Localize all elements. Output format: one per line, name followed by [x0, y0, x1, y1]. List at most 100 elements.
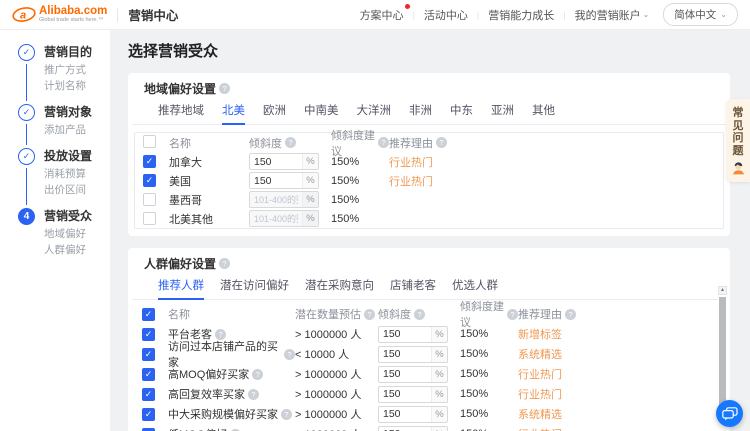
nav-item-1[interactable]: 方案中心 [360, 7, 404, 23]
tilt-input[interactable] [379, 427, 431, 431]
row-checkbox[interactable]: ✓ [142, 388, 155, 401]
nav-item-3[interactable]: 营销能力成长 [488, 7, 554, 23]
select-all-checkbox[interactable] [143, 135, 156, 148]
tilt-input[interactable] [379, 387, 431, 402]
recommend-reason[interactable]: 行业热门 [518, 426, 716, 431]
region-tab[interactable]: 非洲 [409, 102, 432, 124]
region-section-title: 地域偏好设置 [144, 80, 216, 97]
percent-suffix: % [431, 347, 447, 362]
info-icon[interactable]: ? [248, 389, 259, 400]
step-title: 营销目的 [44, 44, 92, 61]
row-checkbox[interactable]: ✓ [142, 428, 155, 431]
nav-item-2[interactable]: 活动中心 [424, 7, 468, 23]
info-icon[interactable]: ? [252, 369, 263, 380]
cell-tilt: % [378, 386, 460, 403]
row-checkbox[interactable] [143, 193, 156, 206]
column-name: 名称 [169, 135, 249, 151]
tilt-input-wrap: % [378, 426, 448, 431]
column-estimate-label: 潜在数量预估 [295, 306, 361, 322]
scrollbar-thumb[interactable] [719, 297, 726, 417]
crowd-tab[interactable]: 优选人群 [452, 277, 498, 299]
cell-tilt: % [378, 426, 460, 431]
step-subitem: 出价区间 [44, 184, 92, 197]
crowd-tab[interactable]: 推荐人群 [158, 277, 204, 299]
crowd-tab[interactable]: 潜在采购意向 [305, 277, 374, 299]
tilt-input-wrap: % [378, 326, 448, 343]
region-tab[interactable]: 中东 [450, 102, 473, 124]
info-icon[interactable]: ? [507, 309, 518, 320]
faq-side-tab[interactable]: 常见问题 [726, 99, 750, 182]
tilt-input-wrap: % [249, 191, 319, 208]
info-icon[interactable]: ? [436, 137, 447, 148]
nav-item-4[interactable]: 我的营销账户⌄ [575, 7, 650, 23]
info-icon[interactable]: ? [284, 349, 295, 360]
step-body: 营销受众地域偏好人群偏好 [44, 208, 92, 268]
region-table: 名称 倾斜度? 倾斜度建议? 推荐理由? ✓加拿大%150%行业热门✓美国%15… [134, 132, 724, 229]
region-table-body: ✓加拿大%150%行业热门✓美国%150%行业热门墨西哥%150%北美其他%15… [135, 152, 723, 228]
step-indicator-current[interactable]: 4 [18, 208, 35, 225]
step-indicator-done[interactable]: ✓ [18, 148, 35, 165]
step-indicator-done[interactable]: ✓ [18, 104, 35, 121]
tilt-input[interactable] [379, 367, 431, 382]
logo-brand: Alibaba.com [39, 6, 107, 17]
nav-separator: | [413, 10, 415, 20]
recommend-reason[interactable]: 系统精选 [518, 346, 716, 362]
chat-button[interactable] [716, 400, 743, 427]
row-checkbox[interactable]: ✓ [143, 155, 156, 168]
column-tilt-suggest: 倾斜度建议? [460, 298, 518, 330]
recommend-reason[interactable]: 行业热门 [389, 173, 715, 189]
tilt-suggestion: 150% [460, 328, 518, 340]
row-checkbox[interactable]: ✓ [142, 368, 155, 381]
step-rail: 4 [18, 208, 35, 268]
chevron-down-icon: ⌄ [643, 11, 650, 19]
recommend-reason[interactable]: 行业热门 [518, 366, 716, 382]
info-icon[interactable]: ? [285, 137, 296, 148]
table-row: ✓中大采购规模偏好买家?> 1000000 人%150%系统精选 [134, 404, 724, 424]
tilt-input[interactable] [379, 327, 431, 342]
region-tab[interactable]: 北美 [222, 102, 245, 124]
crowd-tab[interactable]: 潜在访问偏好 [220, 277, 289, 299]
region-tab[interactable]: 亚洲 [491, 102, 514, 124]
tilt-input[interactable] [250, 173, 302, 188]
row-checkbox[interactable] [143, 212, 156, 225]
row-checkbox[interactable]: ✓ [142, 328, 155, 341]
recommend-reason[interactable]: 行业热门 [389, 154, 715, 170]
region-tab[interactable]: 大洋洲 [357, 102, 392, 124]
step-indicator-done[interactable]: ✓ [18, 44, 35, 61]
tilt-input-wrap: % [378, 346, 448, 363]
recommend-reason[interactable]: 系统精选 [518, 406, 716, 422]
row-checkbox[interactable]: ✓ [142, 348, 155, 361]
crowd-tab[interactable]: 店铺老客 [390, 277, 436, 299]
tilt-input [250, 192, 302, 207]
info-icon[interactable]: ? [364, 309, 375, 320]
region-tab[interactable]: 其他 [532, 102, 555, 124]
info-icon[interactable]: ? [378, 137, 389, 148]
info-icon[interactable]: ? [219, 258, 230, 269]
page-title: 选择营销受众 [128, 40, 730, 61]
steps-sidebar: ✓营销目的推广方式计划名称✓营销对象添加产品✓投放设置消耗预算出价区间4营销受众… [0, 30, 110, 431]
info-icon[interactable]: ? [565, 309, 576, 320]
tilt-input[interactable] [379, 347, 431, 362]
row-checkbox[interactable]: ✓ [142, 408, 155, 421]
region-name: 墨西哥 [169, 192, 249, 208]
app-title: 营销中心 [128, 5, 178, 24]
language-selector[interactable]: 简体中文 ⌄ [663, 3, 738, 26]
recommend-reason[interactable]: 行业热门 [518, 386, 716, 402]
region-tab[interactable]: 推荐地域 [158, 102, 204, 124]
info-icon[interactable]: ? [281, 409, 292, 420]
region-table-header: 名称 倾斜度? 倾斜度建议? 推荐理由? [135, 133, 723, 152]
info-icon[interactable]: ? [414, 309, 425, 320]
step-connector [26, 168, 27, 205]
region-tab[interactable]: 欧洲 [263, 102, 286, 124]
region-name: 加拿大 [169, 154, 249, 170]
select-all-checkbox[interactable]: ✓ [142, 308, 155, 321]
cell-check: ✓ [142, 328, 168, 341]
alibaba-logo[interactable]: a Alibaba.com Global trade starts here.™ [12, 6, 107, 23]
info-icon[interactable]: ? [219, 83, 230, 94]
row-checkbox[interactable]: ✓ [143, 174, 156, 187]
scroll-up-icon[interactable]: ▴ [718, 286, 727, 295]
recommend-reason[interactable]: 新增标签 [518, 326, 716, 342]
tilt-input[interactable] [250, 154, 302, 169]
tilt-input[interactable] [379, 407, 431, 422]
region-tab[interactable]: 中南美 [304, 102, 339, 124]
